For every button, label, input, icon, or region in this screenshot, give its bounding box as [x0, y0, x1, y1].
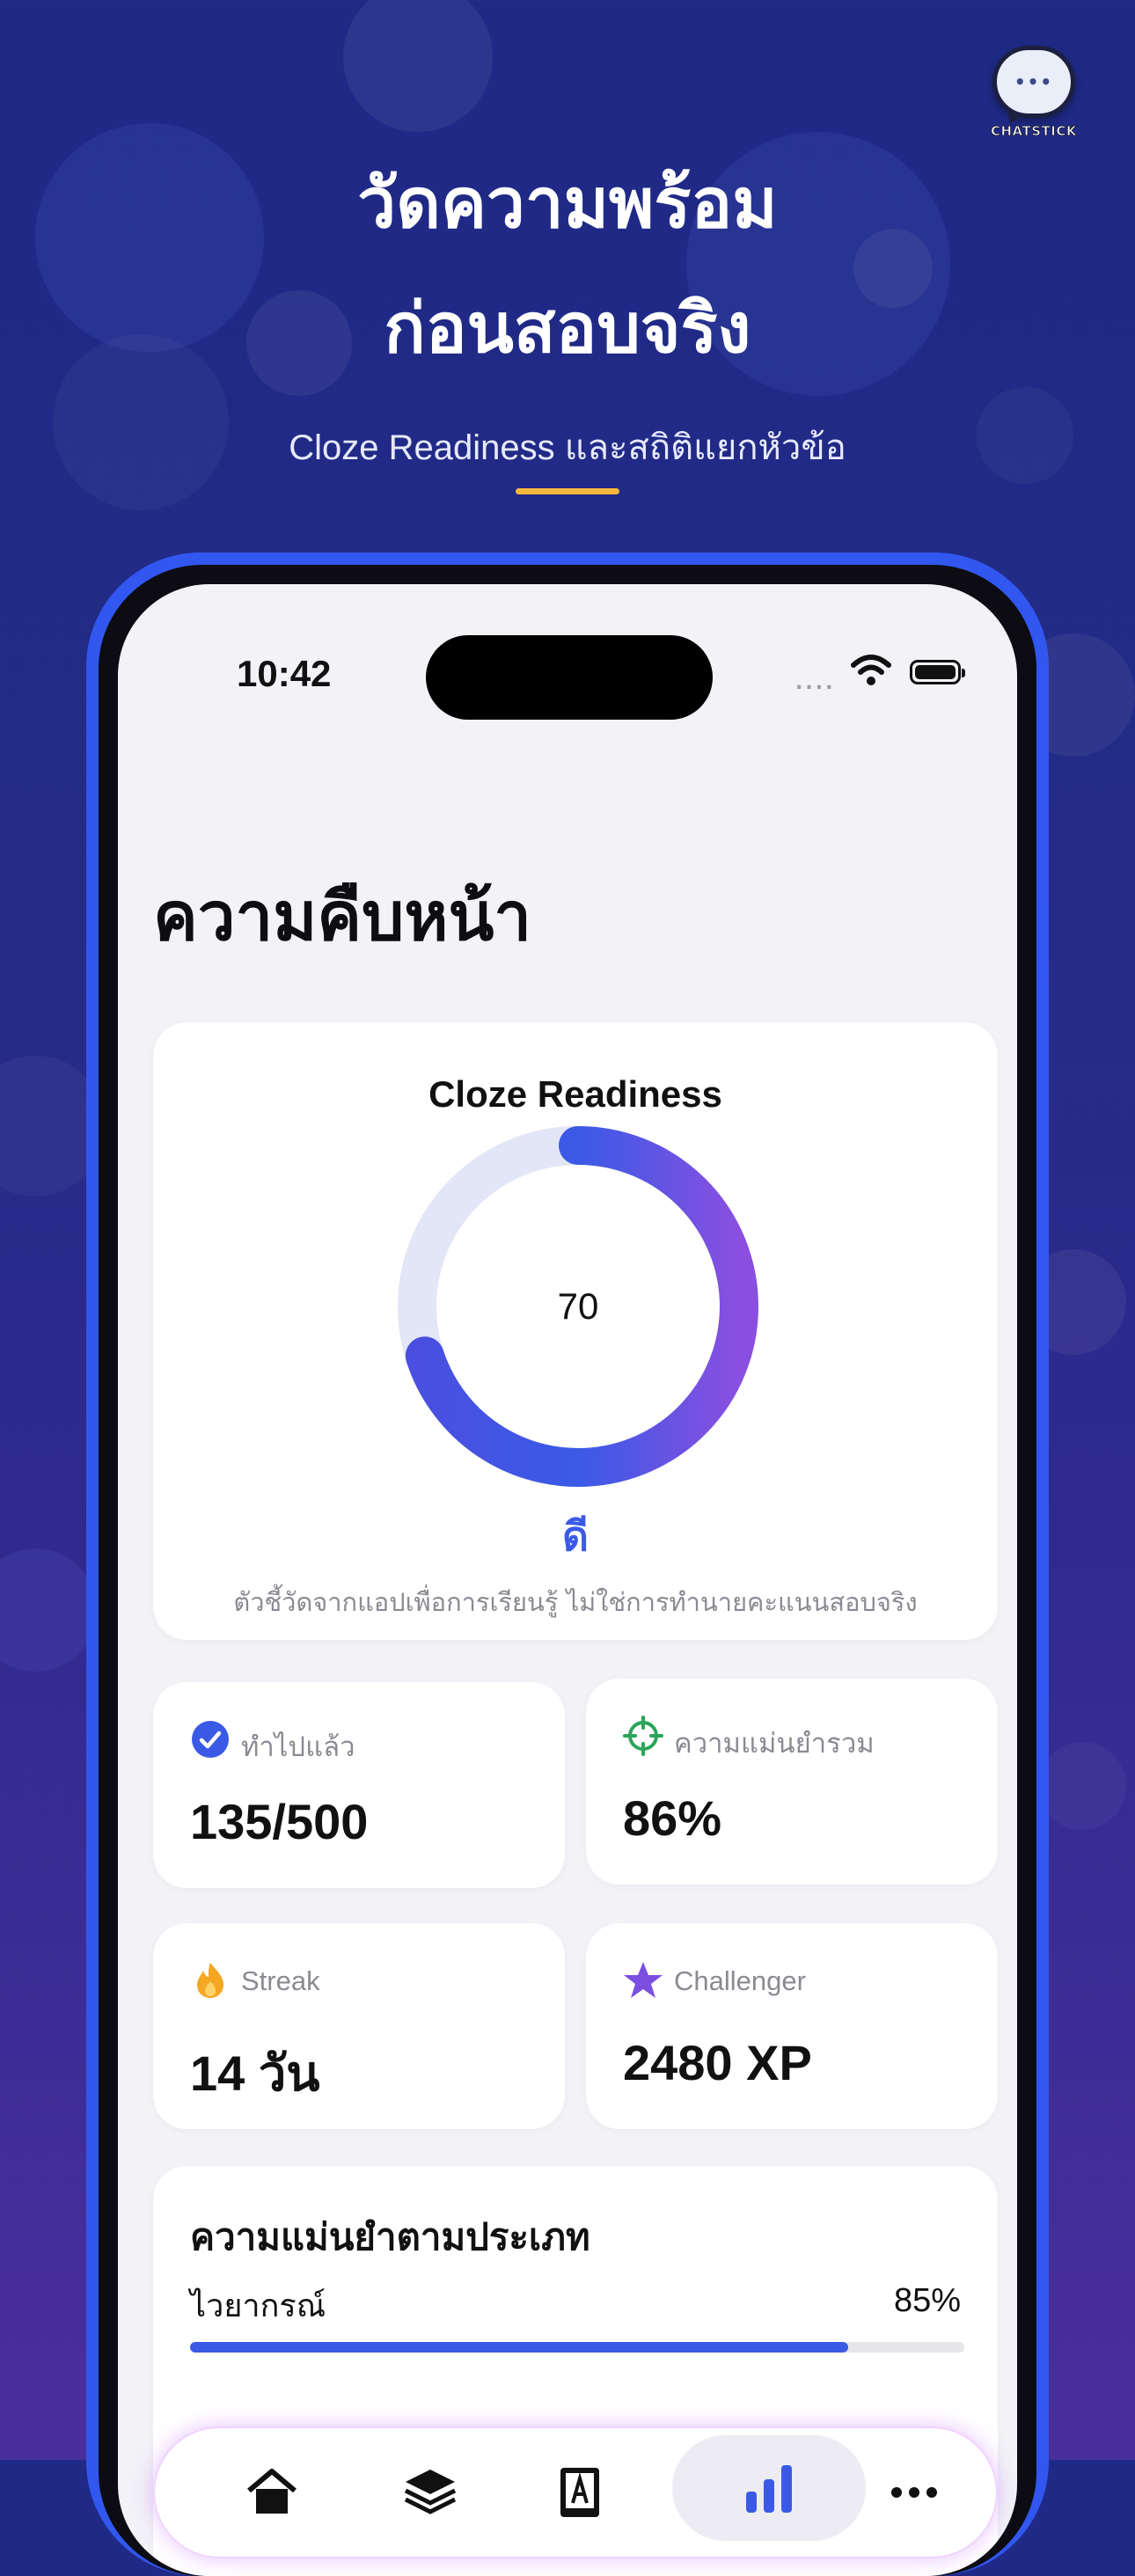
stat-value: 14 วัน — [190, 2045, 320, 2101]
logo-text: CHATSTICK — [991, 123, 1078, 140]
readiness-ring: 70 — [398, 1126, 758, 1487]
accuracy-progress-track — [190, 2342, 964, 2353]
accuracy-title: ความแม่นยำตามประเภท — [190, 2215, 590, 2258]
stat-card-streak[interactable]: Streak 14 วัน — [153, 1923, 565, 2129]
check-circle-icon — [192, 1721, 229, 1758]
dictionary-icon — [560, 2468, 599, 2517]
star-icon — [624, 1962, 663, 1998]
readiness-disclaimer: ตัวชี้วัดจากแอปเพื่อการเรียนรู้ ไม่ใช่กา… — [233, 1587, 918, 1617]
readiness-title: Cloze Readiness — [428, 1073, 722, 1115]
phone-frame: 10:42 .... ความคืบหน้า Cloze Readiness 7… — [86, 553, 1049, 2576]
target-icon — [623, 1716, 663, 1756]
dynamic-island — [426, 635, 713, 720]
stat-value: 86% — [623, 1790, 722, 1846]
page-title: ความคืบหน้า — [153, 877, 532, 955]
accuracy-row-label: ไวยากรณ์ — [190, 2288, 326, 2324]
tab-decks[interactable] — [391, 2453, 470, 2532]
promo-headline-line1: วัดความพร้อม — [357, 165, 778, 244]
phone-bezel: 10:42 .... ความคืบหน้า Cloze Readiness 7… — [99, 565, 1036, 2576]
more-icon — [891, 2487, 937, 2498]
wifi-icon — [851, 655, 891, 685]
chat-bubble-icon: ••• — [992, 46, 1075, 118]
tab-progress[interactable] — [672, 2435, 866, 2541]
tab-dictionary[interactable] — [540, 2453, 619, 2532]
status-bar: 10:42 .... — [118, 584, 1017, 725]
promo-headline-line2: ก่อนสอบจริง — [384, 289, 751, 369]
stat-label: Challenger — [674, 1965, 806, 1996]
accuracy-progress-fill — [190, 2342, 848, 2353]
layers-icon — [404, 2470, 457, 2514]
stat-card-accuracy[interactable]: ความแม่นยำรวม 86% — [586, 1679, 998, 1884]
accent-underline — [516, 488, 619, 494]
signal-icon: .... — [795, 672, 836, 694]
promo-subheadline: Cloze Readiness และสถิติแยกหัวข้อ — [289, 428, 846, 467]
readiness-value: 70 — [557, 1285, 599, 1327]
accuracy-row-value: 85% — [893, 2282, 961, 2319]
phone-screen: 10:42 .... ความคืบหน้า Cloze Readiness 7… — [118, 584, 1017, 2576]
battery-icon — [910, 660, 965, 684]
stat-card-challenger[interactable]: Challenger 2480 XP — [586, 1923, 998, 2129]
status-time: 10:42 — [237, 653, 332, 694]
chart-icon — [746, 2465, 792, 2513]
stat-label: Streak — [241, 1965, 320, 1996]
stat-card-completed[interactable]: ทำไปแล้ว 135/500 — [153, 1682, 565, 1888]
bokeh-circle — [0, 1548, 97, 1672]
stat-label: ทำไปแล้ว — [241, 1731, 355, 1762]
bokeh-circle — [343, 0, 493, 132]
stat-label: ความแม่นยำรวม — [674, 1728, 875, 1759]
readiness-level: ดี — [562, 1512, 589, 1560]
readiness-card[interactable]: Cloze Readiness 70 ดี ตัวชี้วัดจากแอปเพื… — [153, 1022, 998, 1640]
tab-bar — [153, 2426, 998, 2558]
flame-icon — [197, 1963, 223, 1998]
tab-home[interactable] — [232, 2453, 311, 2532]
stat-value: 135/500 — [190, 1794, 369, 1849]
stat-value: 2480 XP — [623, 2035, 812, 2090]
tab-more[interactable] — [875, 2453, 954, 2532]
bokeh-circle — [1038, 1742, 1126, 1830]
chatstick-logo: ••• CHATSTICK — [985, 44, 1082, 141]
home-icon — [247, 2469, 297, 2514]
